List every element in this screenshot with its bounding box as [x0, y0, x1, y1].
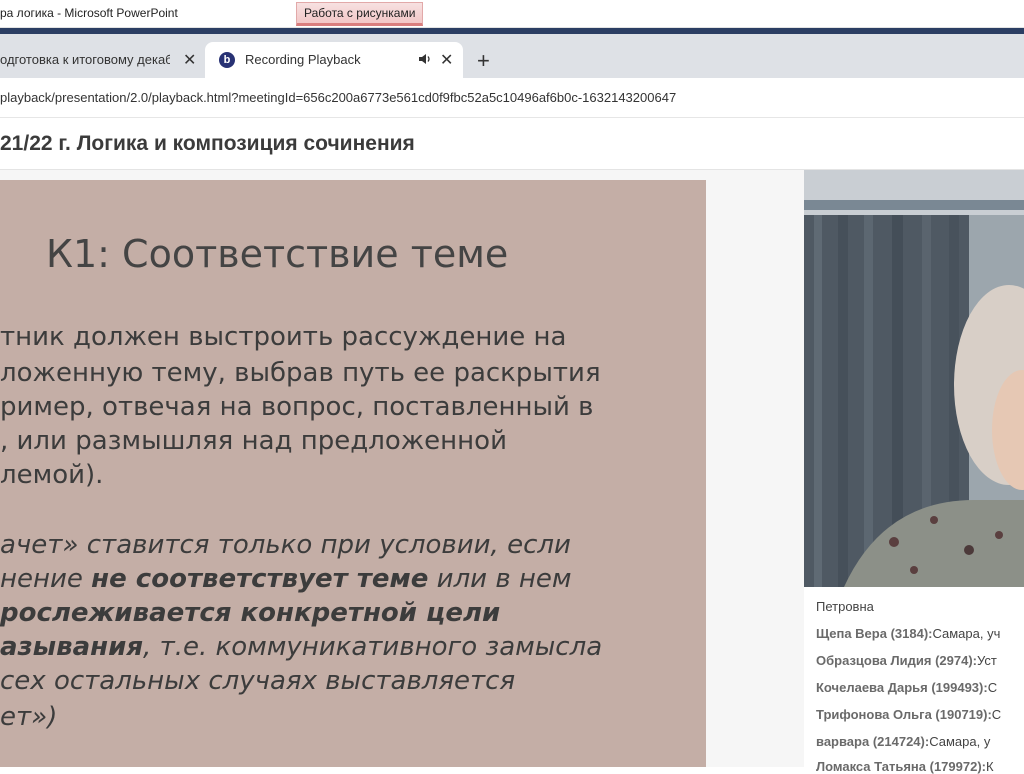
slide-text-line: нение не соответствует теме или в нем	[0, 564, 572, 594]
slide-text-line: лемой).	[0, 460, 104, 490]
browser-tabstrip: одготовка к итоговому декабр ✕ b Recordi…	[0, 28, 1024, 78]
address-bar[interactable]: playback/presentation/2.0/playback.html?…	[0, 78, 1024, 118]
participant-entry: Трифонова Ольга (190719):С	[816, 707, 1002, 722]
slide-text-line: ет»)	[0, 702, 58, 732]
slide-text-line: ложенную тему, выбрав путь ее раскрытия	[0, 358, 601, 388]
powerpoint-titlebar: ра логика - Microsoft PowerPoint Работа …	[0, 0, 1024, 28]
slide-text-line: рослеживается конкретной цели	[0, 598, 501, 628]
new-tab-plus-icon[interactable]: +	[477, 48, 490, 74]
recording-header: 21/22 г. Логика и композиция сочинения	[0, 118, 1024, 170]
participant-entry: варвара (214724):Самара, у	[816, 734, 991, 749]
tab-recording-playback[interactable]: b Recording Playback ✕	[205, 42, 463, 78]
audio-playing-icon[interactable]	[418, 52, 432, 66]
participant-entry: Петровна	[816, 599, 874, 614]
close-tab-icon[interactable]: ✕	[440, 50, 453, 70]
slide-text-line: азывания, т.е. коммуникативного замысла	[0, 632, 603, 662]
slide-title: К1: Соответствие теме	[46, 232, 509, 276]
recording-title: 21/22 г. Логика и композиция сочинения	[0, 132, 415, 155]
url-text[interactable]: playback/presentation/2.0/playback.html?…	[0, 90, 676, 105]
close-tab-icon[interactable]: ✕	[183, 50, 196, 70]
participant-entry: Щепа Вера (3184):Самара, уч	[816, 626, 1001, 641]
participant-entry: Кочелаева Дарья (199493):С	[816, 680, 998, 695]
participant-entry: Образцова Лидия (2974):Уст	[816, 653, 997, 668]
slide-text-line: ример, отвечая на вопрос, поставленный в	[0, 392, 594, 422]
webcam-video[interactable]	[804, 170, 1024, 587]
tab-label: Recording Playback	[245, 52, 361, 67]
presentation-slide: К1: Соответствие теме тник должен выстро…	[0, 180, 706, 767]
picture-tools-tab[interactable]: Работа с рисунками	[296, 2, 424, 26]
tab-exam-prep[interactable]: одготовка к итоговому декабр ✕	[0, 42, 205, 78]
playback-content: К1: Соответствие теме тник должен выстро…	[0, 170, 1024, 774]
window-title: ра логика - Microsoft PowerPoint	[0, 6, 178, 20]
slide-text-line: тник должен выстроить рассуждение на	[0, 322, 567, 352]
slide-text-line: ачет» ставится только при условии, если	[0, 530, 571, 560]
participants-panel: Петровна Щепа Вера (3184):Самара, уч Обр…	[804, 587, 1024, 774]
bigbluebutton-favicon-icon: b	[219, 52, 235, 68]
slide-text-line: сех остальных случаях выставляется	[0, 666, 516, 696]
tab-label: одготовка к итоговому декабр	[0, 52, 170, 67]
slide-text-line: , или размышляя над предложенной	[0, 426, 507, 456]
